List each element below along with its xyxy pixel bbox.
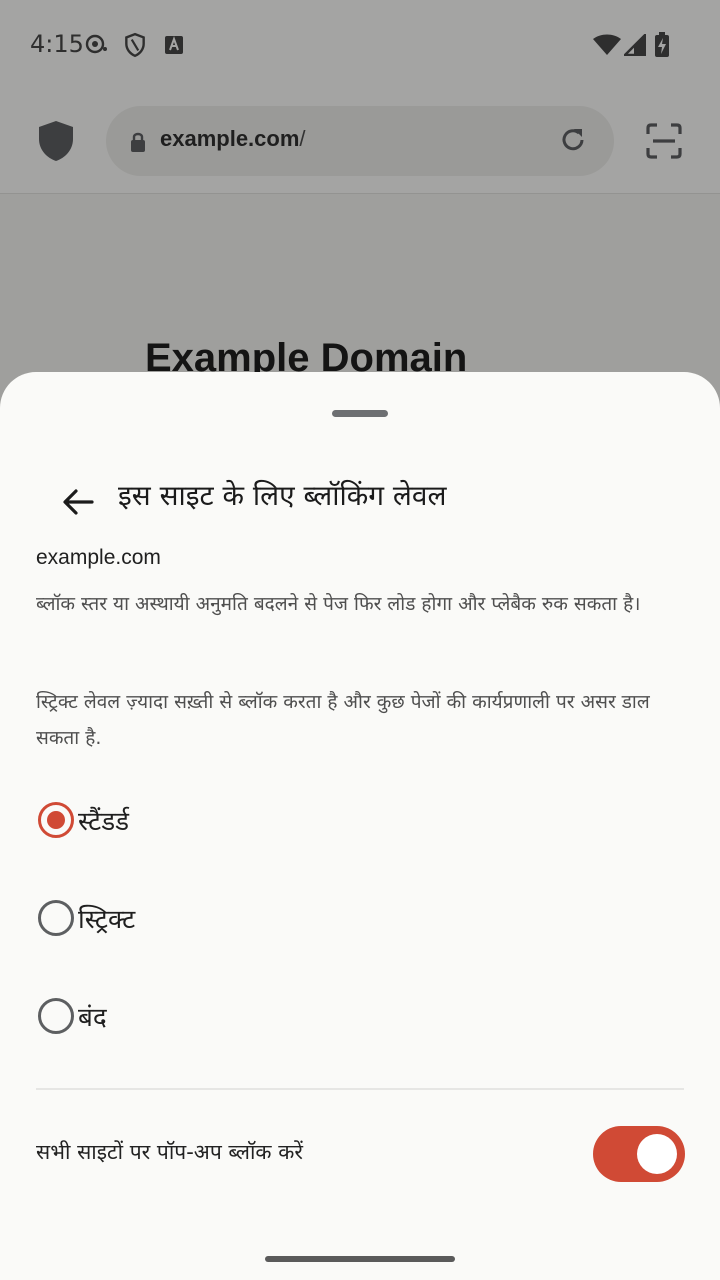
battery-charging-icon (654, 32, 670, 62)
url-path: / (299, 126, 306, 151)
radio-off[interactable] (38, 998, 74, 1034)
back-arrow-icon[interactable] (58, 482, 98, 522)
font-a-icon (164, 35, 184, 59)
reload-icon[interactable] (558, 125, 588, 159)
record-icon (84, 32, 108, 60)
description-reload: ब्लॉक स्तर या अस्थायी अनुमति बदलने से पे… (36, 593, 641, 615)
radio-standard[interactable] (38, 802, 74, 838)
site-domain: example.com (36, 546, 161, 569)
option-strict-label: स्ट्रिक्ट (78, 905, 136, 935)
popup-block-toggle[interactable] (593, 1126, 685, 1182)
shield-icon[interactable] (36, 120, 76, 166)
gesture-nav-bar[interactable] (265, 1256, 455, 1262)
shield-outline-icon (122, 32, 148, 62)
option-off-label: बंद (78, 1003, 107, 1033)
option-standard-label: स्टैंडर्ड (78, 807, 130, 837)
url-host: example.com (160, 126, 300, 151)
radio-strict[interactable] (38, 900, 74, 936)
signal-icon (622, 32, 647, 60)
option-standard[interactable]: स्टैंडर्ड (36, 790, 676, 850)
option-off[interactable]: बंद (36, 986, 676, 1046)
lock-icon[interactable] (128, 131, 148, 157)
option-strict[interactable]: स्ट्रिक्ट (36, 888, 676, 948)
blocking-level-sheet: इस साइट के लिए ब्लॉकिंग लेवल example.com… (0, 372, 720, 1280)
drag-handle[interactable] (332, 410, 388, 417)
scan-icon[interactable] (644, 121, 684, 165)
url-text[interactable]: example.com/ (160, 126, 306, 152)
divider (36, 1088, 684, 1090)
wifi-icon (592, 34, 622, 60)
sheet-title: इस साइट के लिए ब्लॉकिंग लेवल (118, 479, 447, 512)
toggle-knob (637, 1134, 677, 1174)
status-time: 4:15 (30, 30, 84, 58)
popup-block-label: सभी साइटों पर पॉप-अप ब्लॉक करें (36, 1140, 303, 1164)
description-strict: स्ट्रिक्ट लेवल ज़्यादा सख़्ती से ब्लॉक क… (36, 691, 650, 749)
status-bar: 4:15 (0, 0, 720, 92)
